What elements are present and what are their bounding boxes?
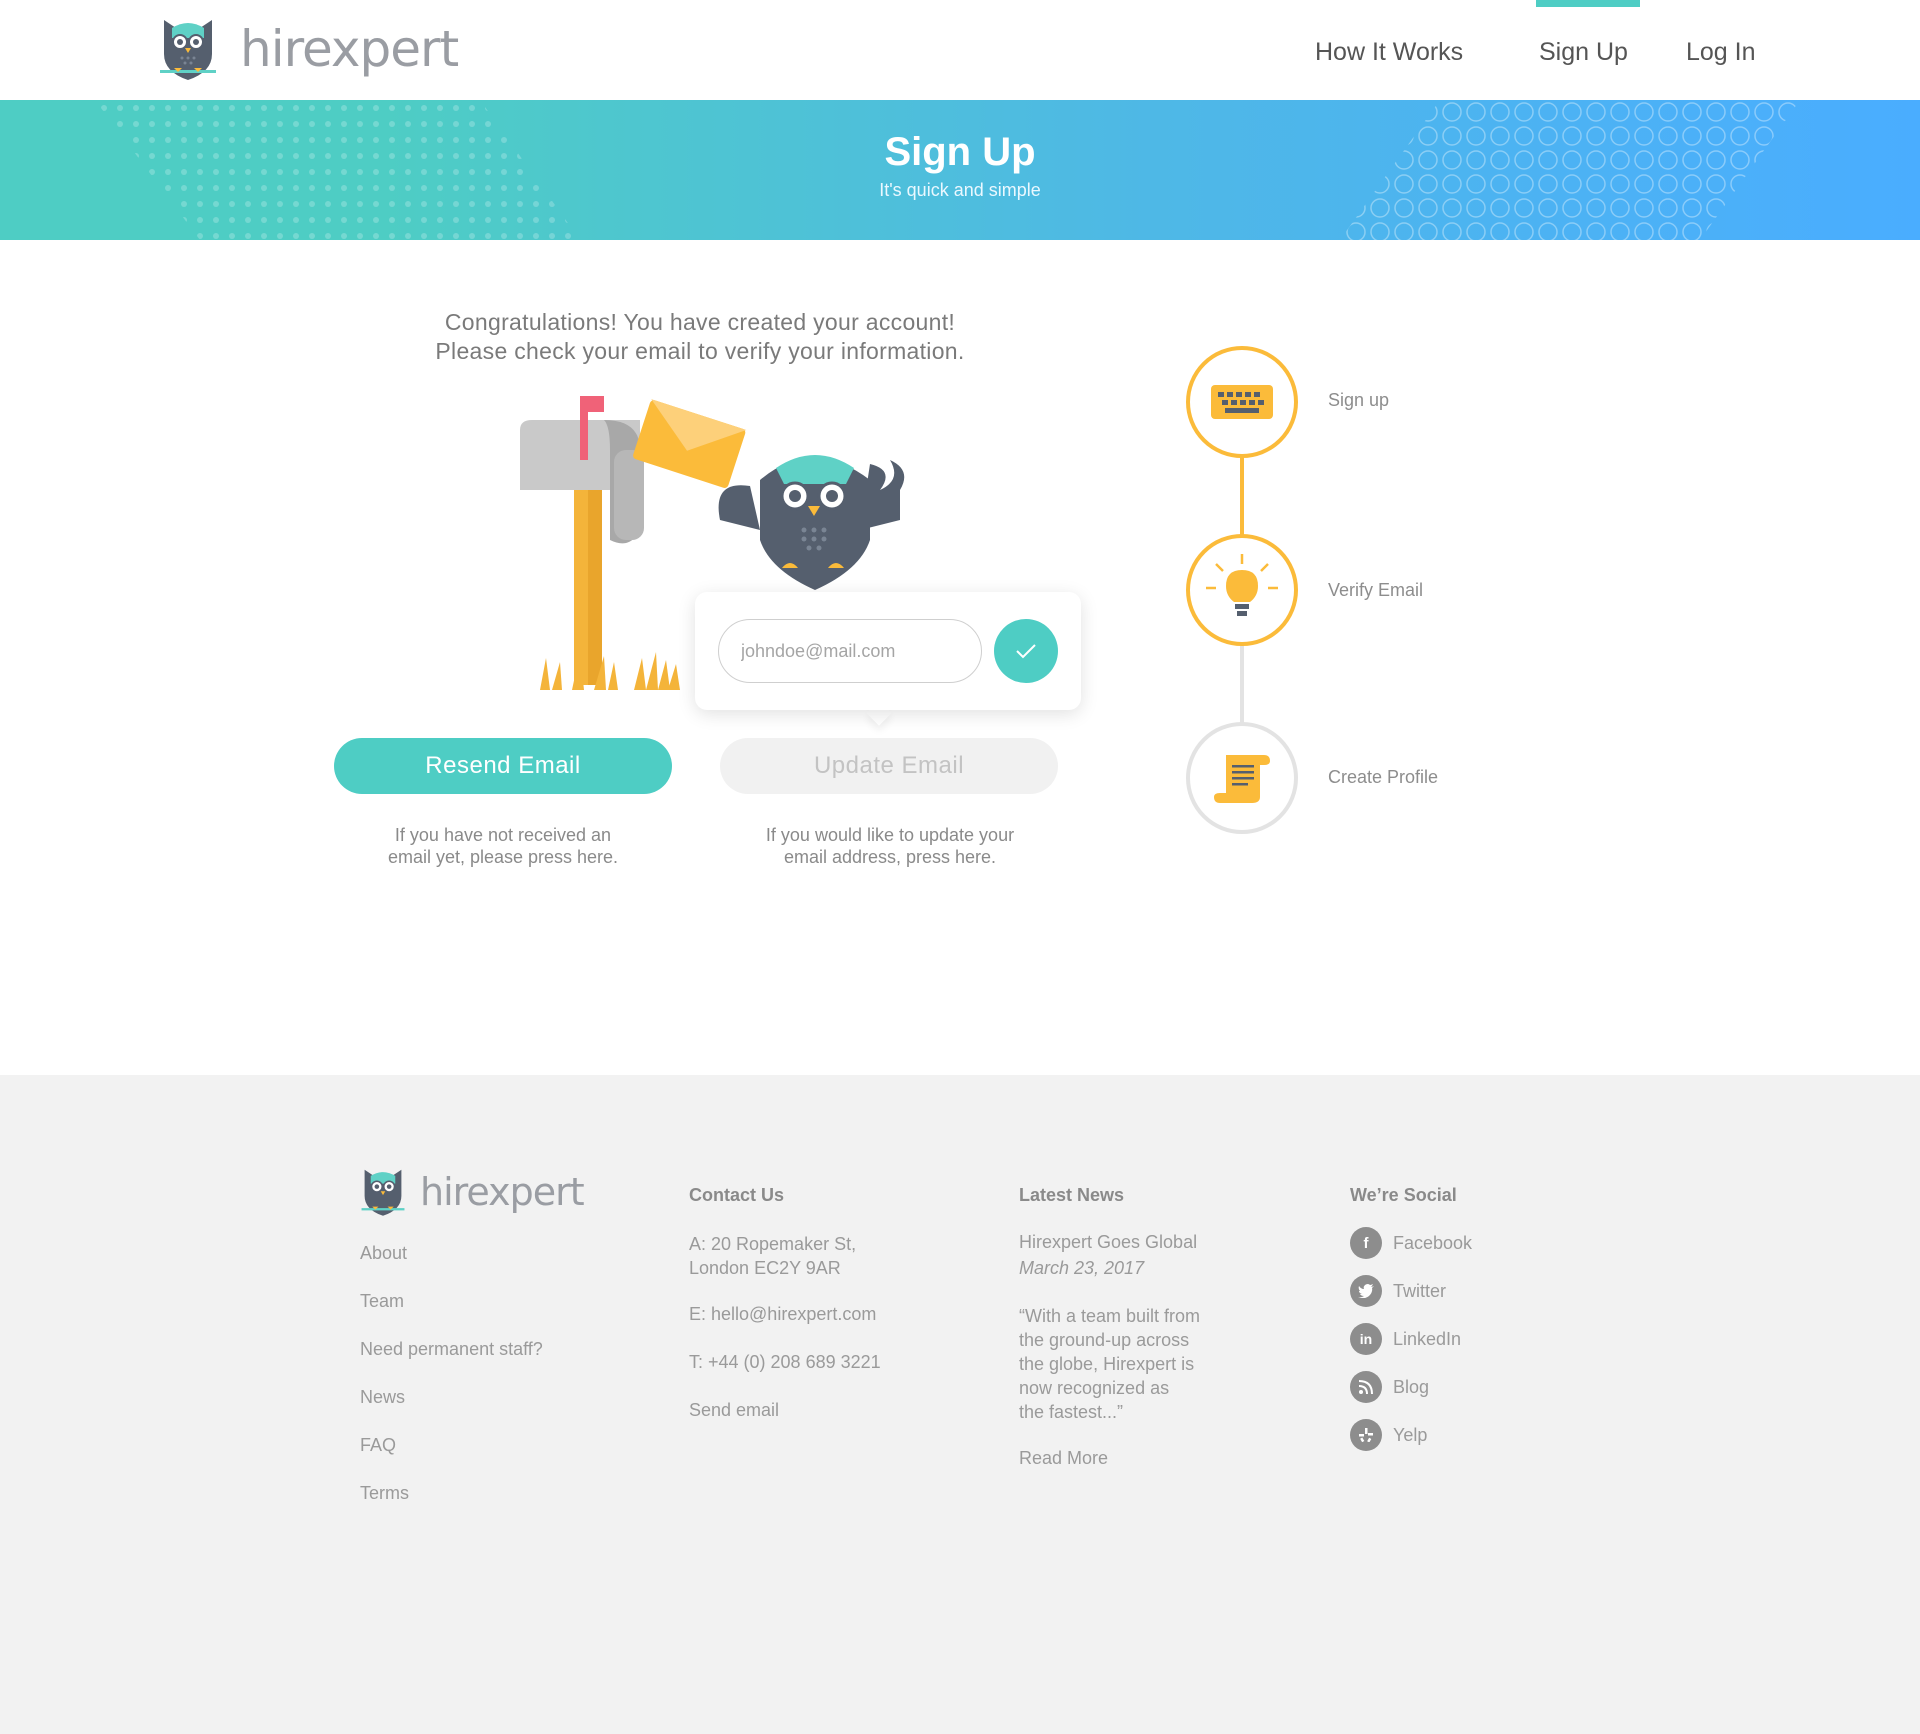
- footer-link-terms[interactable]: Terms: [360, 1483, 409, 1504]
- step-connector-1: [1240, 454, 1244, 536]
- contact-email[interactable]: E: hello@hirexpert.com: [689, 1304, 876, 1325]
- contact-address-line-2: London EC2Y 9AR: [689, 1258, 841, 1278]
- update-help-line-1: If you would like to update your: [765, 825, 1015, 845]
- step-label-create-profile: Create Profile: [1328, 767, 1439, 787]
- owl-logo-icon: [361, 1169, 405, 1216]
- owl-logo-icon: [160, 20, 216, 80]
- social-label: Yelp: [1393, 1424, 1428, 1445]
- contact-address: A: 20 Ropemaker St, London EC2Y 9AR: [689, 1232, 856, 1280]
- news-heading: Latest News: [1019, 1185, 1125, 1205]
- update-help-line-2: email address, press here.: [783, 847, 997, 867]
- twitter-icon: [1350, 1275, 1382, 1307]
- news-date: March 23, 2017: [1019, 1258, 1145, 1278]
- message-line-1: Congratulations! You have created your a…: [444, 309, 956, 335]
- news-read-more[interactable]: Read More: [1019, 1448, 1108, 1469]
- social-yelp[interactable]: Yelp: [1350, 1419, 1427, 1451]
- news-excerpt-line: the fastest...”: [1019, 1402, 1124, 1422]
- news-excerpt-line: now recognized as: [1019, 1378, 1170, 1398]
- step-sign-up: [1186, 346, 1298, 458]
- news-excerpt: “With a team built from the ground-up ac…: [1019, 1304, 1200, 1424]
- update-help-text: If you would like to update your email a…: [720, 824, 1060, 868]
- rss-icon: [1350, 1371, 1382, 1403]
- nav-how-it-works[interactable]: How It Works: [1315, 38, 1463, 67]
- brand-name: hirexpert: [240, 20, 459, 78]
- contact-phone[interactable]: T: +44 (0) 208 689 3221: [689, 1352, 881, 1373]
- step-create-profile: [1186, 722, 1298, 834]
- message-line-2: Please check your email to verify your i…: [435, 338, 965, 364]
- site-footer: [0, 1075, 1920, 1734]
- linkedin-icon: in: [1350, 1323, 1382, 1355]
- step-label-verify-email: Verify Email: [1328, 580, 1424, 600]
- checkmark-icon: [1016, 644, 1036, 659]
- social-label: LinkedIn: [1393, 1328, 1462, 1349]
- page-subtitle: It's quick and simple: [879, 180, 1041, 200]
- news-title[interactable]: Hirexpert Goes Global: [1019, 1232, 1197, 1253]
- social-heading: We’re Social: [1350, 1185, 1457, 1205]
- social-label: Twitter: [1393, 1280, 1447, 1301]
- contact-address-line-1: A: 20 Ropemaker St,: [689, 1234, 857, 1254]
- social-blog[interactable]: Blog: [1350, 1371, 1429, 1403]
- footer-brand-logo[interactable]: hirexpert: [360, 1165, 585, 1219]
- lightbulb-icon: [1206, 554, 1278, 616]
- contact-heading: Contact Us: [689, 1185, 785, 1205]
- footer-link-about[interactable]: About: [360, 1243, 407, 1264]
- nav-log-in[interactable]: Log In: [1686, 38, 1756, 67]
- footer-link-faq[interactable]: FAQ: [360, 1435, 396, 1456]
- step-verify-email: [1186, 534, 1298, 646]
- news-excerpt-line: the ground-up across: [1019, 1330, 1190, 1350]
- social-label: Blog: [1393, 1376, 1430, 1397]
- update-email-button[interactable]: Update Email: [720, 738, 1058, 794]
- social-facebook[interactable]: f Facebook: [1350, 1227, 1472, 1259]
- resend-help-line-1: If you have not received an: [394, 825, 612, 845]
- site-header: hirexpert How It Works Sign Up Log In: [0, 0, 1920, 100]
- resend-help-text: If you have not received an email yet, p…: [333, 824, 673, 868]
- page-banner: Sign Up It's quick and simple: [0, 100, 1920, 240]
- resend-email-button[interactable]: Resend Email: [334, 738, 672, 794]
- brand-logo[interactable]: hirexpert: [158, 14, 459, 84]
- scroll-icon: [1214, 755, 1270, 803]
- nav-sign-up[interactable]: Sign Up: [1539, 38, 1628, 67]
- active-nav-indicator: [1536, 0, 1640, 7]
- confirmation-message: Congratulations! You have created your a…: [320, 308, 1080, 366]
- social-label: Facebook: [1393, 1232, 1473, 1253]
- keyboard-icon: [1211, 385, 1273, 419]
- social-linkedin[interactable]: in LinkedIn: [1350, 1323, 1461, 1355]
- social-twitter[interactable]: Twitter: [1350, 1275, 1446, 1307]
- yelp-icon: [1350, 1419, 1382, 1451]
- news-excerpt-line: the globe, Hirexpert is: [1019, 1354, 1195, 1374]
- contact-send-email[interactable]: Send email: [689, 1400, 779, 1421]
- step-connector-2: [1240, 644, 1244, 726]
- footer-link-team[interactable]: Team: [360, 1291, 404, 1312]
- news-excerpt-line: “With a team built from: [1019, 1306, 1201, 1326]
- page-title: Sign Up: [884, 130, 1036, 174]
- email-field[interactable]: [718, 619, 982, 683]
- footer-link-permanent-staff[interactable]: Need permanent staff?: [360, 1339, 543, 1360]
- confirm-email-button[interactable]: [994, 619, 1058, 683]
- footer-brand-name: hirexpert: [420, 1170, 585, 1214]
- step-label-sign-up: Sign up: [1328, 390, 1390, 410]
- facebook-icon: f: [1350, 1227, 1382, 1259]
- footer-link-news[interactable]: News: [360, 1387, 405, 1408]
- resend-help-line-2: email yet, please press here.: [387, 847, 619, 867]
